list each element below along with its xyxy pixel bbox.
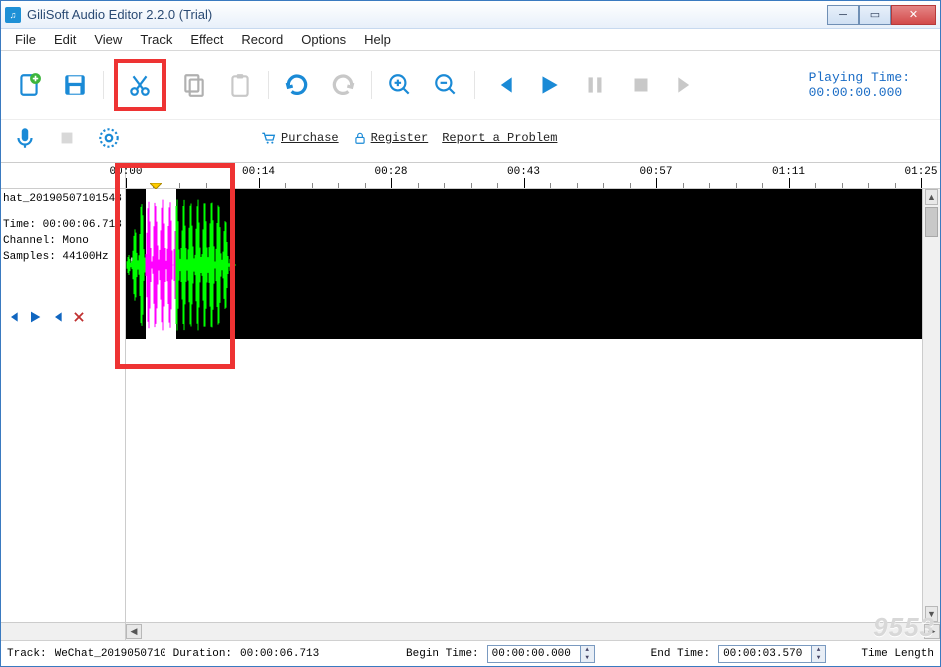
begin-down[interactable]: ▼ <box>580 654 594 662</box>
track-close-button[interactable] <box>69 307 89 327</box>
skip-end-button[interactable] <box>669 67 705 103</box>
separator <box>268 71 269 99</box>
register-link[interactable]: Register <box>353 131 429 145</box>
status-duration-label: Duration: <box>173 648 232 660</box>
save-button[interactable] <box>57 67 93 103</box>
zoom-in-button[interactable] <box>382 67 418 103</box>
playing-time-label: Playing Time: <box>809 70 910 85</box>
scroll-up-button[interactable]: ▲ <box>925 189 938 205</box>
vscroll-thumb[interactable] <box>925 207 938 237</box>
ruler: 00:0000:1400:2800:4300:5701:1101:25 <box>1 162 940 188</box>
app-icon: ♫ <box>5 7 21 23</box>
side-panel: hat_20190507101548 Time: 00:00:06.713 Ch… <box>1 189 126 622</box>
purchase-link[interactable]: Purchase <box>261 131 339 145</box>
cut-highlight-box <box>114 59 166 111</box>
track-skip-start-button[interactable] <box>3 307 23 327</box>
close-button[interactable]: ✕ <box>891 5 936 25</box>
report-problem-link[interactable]: Report a Problem <box>442 131 557 145</box>
record-button[interactable] <box>11 124 39 152</box>
watermark: 9553 <box>873 612 935 643</box>
zoom-out-button[interactable] <box>428 67 464 103</box>
redo-button[interactable] <box>325 67 361 103</box>
begin-up[interactable]: ▲ <box>580 646 594 654</box>
track-area: L ▲ ▼ <box>126 189 940 622</box>
status-track-value: WeChat_20190507101548 <box>55 648 165 660</box>
vertical-scrollbar[interactable]: ▲ ▼ <box>922 189 940 622</box>
playhead-icon[interactable] <box>150 183 162 189</box>
track-play-button[interactable] <box>25 307 45 327</box>
purchase-label: Purchase <box>281 131 339 145</box>
waveform-track[interactable]: L <box>126 189 940 339</box>
status-end-label: End Time: <box>651 648 710 660</box>
main-area: hat_20190507101548 Time: 00:00:06.713 Ch… <box>1 188 940 622</box>
toolbar-secondary: Purchase Register Report a Problem <box>1 120 940 162</box>
settings-button[interactable] <box>95 124 123 152</box>
status-track-label: Track: <box>7 648 47 660</box>
pause-button[interactable] <box>577 67 613 103</box>
waveform-icon <box>126 195 236 335</box>
window-title: GiliSoft Audio Editor 2.2.0 (Trial) <box>27 7 827 22</box>
new-file-button[interactable] <box>11 67 47 103</box>
end-up[interactable]: ▲ <box>811 646 825 654</box>
scroll-left-button[interactable]: ◀ <box>126 624 142 639</box>
playing-time: Playing Time: 00:00:00.000 <box>809 70 910 100</box>
stop-button[interactable] <box>623 67 659 103</box>
horizontal-scrollbar[interactable]: ◀ ▶ <box>1 622 940 640</box>
begin-time-field[interactable] <box>488 647 580 661</box>
copy-button[interactable] <box>176 67 212 103</box>
skip-start-button[interactable] <box>485 67 521 103</box>
end-time-input[interactable]: ▲▼ <box>718 645 826 663</box>
menubar: File Edit View Track Effect Record Optio… <box>1 29 940 51</box>
cut-button[interactable] <box>122 67 158 103</box>
separator <box>371 71 372 99</box>
begin-time-input[interactable]: ▲▼ <box>487 645 595 663</box>
titlebar: ♫ GiliSoft Audio Editor 2.2.0 (Trial) ─ … <box>1 1 940 29</box>
play-button[interactable] <box>531 67 567 103</box>
side-time: Time: 00:00:06.713 <box>3 219 123 231</box>
status-length-label: Time Length <box>861 648 934 660</box>
report-label: Report a Problem <box>442 131 557 145</box>
menu-help[interactable]: Help <box>356 30 399 49</box>
end-down[interactable]: ▼ <box>811 654 825 662</box>
paste-button[interactable] <box>222 67 258 103</box>
menu-options[interactable]: Options <box>293 30 354 49</box>
end-time-field[interactable] <box>719 647 811 661</box>
status-begin-label: Begin Time: <box>406 648 479 660</box>
minimize-button[interactable]: ─ <box>827 5 859 25</box>
status-duration-value: 00:00:06.713 <box>240 648 330 660</box>
separator <box>103 71 104 99</box>
playing-time-value: 00:00:00.000 <box>809 85 910 100</box>
separator <box>474 71 475 99</box>
register-label: Register <box>371 131 429 145</box>
undo-button[interactable] <box>279 67 315 103</box>
track-rewind-button[interactable] <box>47 307 67 327</box>
side-transport <box>3 307 123 327</box>
menu-effect[interactable]: Effect <box>182 30 231 49</box>
status-bar: Track: WeChat_20190507101548 Duration: 0… <box>1 640 940 666</box>
time-ruler[interactable]: 00:0000:1400:2800:4300:5701:1101:25 <box>126 162 940 188</box>
toolbar-main: Playing Time: 00:00:00.000 <box>1 51 940 120</box>
side-channel: Channel: Mono <box>3 235 123 247</box>
record-stop-button[interactable] <box>53 124 81 152</box>
menu-view[interactable]: View <box>86 30 130 49</box>
menu-record[interactable]: Record <box>233 30 291 49</box>
menu-file[interactable]: File <box>7 30 44 49</box>
menu-edit[interactable]: Edit <box>46 30 84 49</box>
side-samples: Samples: 44100Hz <box>3 251 123 263</box>
menu-track[interactable]: Track <box>132 30 180 49</box>
maximize-button[interactable]: ▭ <box>859 5 891 25</box>
side-filename: hat_20190507101548 <box>3 193 123 205</box>
